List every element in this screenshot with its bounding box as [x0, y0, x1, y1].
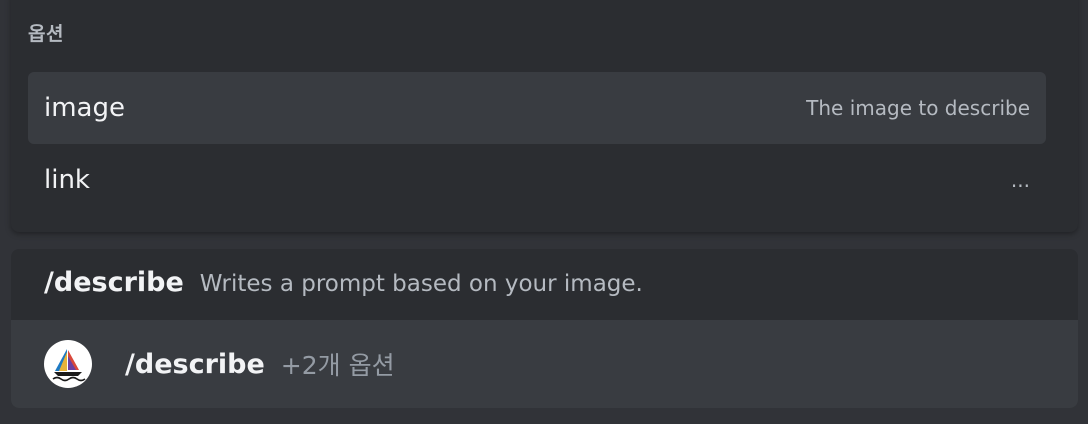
command-suggestion-row[interactable]: /describe +2개 옵션: [11, 320, 1078, 408]
options-header: 옵션: [28, 23, 64, 45]
option-link[interactable]: link ...: [28, 144, 1046, 216]
option-name: link: [44, 165, 90, 195]
option-name: image: [44, 93, 125, 123]
option-image[interactable]: image The image to describe: [28, 72, 1046, 144]
option-description: ...: [1010, 168, 1030, 192]
suggestion-command: /describe: [125, 348, 265, 380]
option-description: The image to describe: [806, 96, 1030, 120]
page: 옵션 image The image to describe link ... …: [0, 0, 1088, 424]
command-panel: /describe Writes a prompt based on your …: [11, 249, 1078, 408]
app-avatar: [44, 340, 92, 388]
command-header: /describe Writes a prompt based on your …: [44, 267, 643, 298]
sailboat-icon: [52, 349, 86, 382]
command-description: Writes a prompt based on your image.: [199, 271, 643, 297]
suggestion-extra-options: +2개 옵션: [280, 351, 395, 380]
command-title: /describe: [44, 267, 184, 298]
options-popup: 옵션 image The image to describe link ...: [11, 0, 1078, 232]
